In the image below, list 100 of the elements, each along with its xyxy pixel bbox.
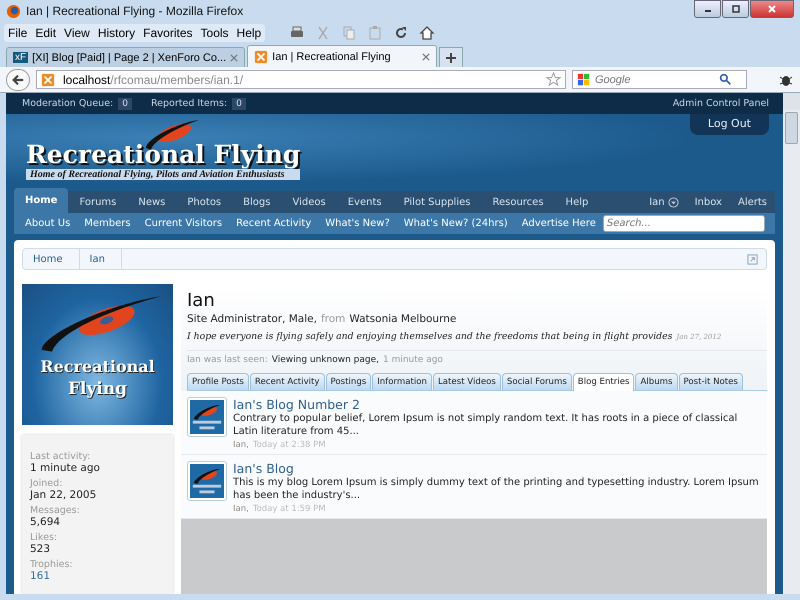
address-bar[interactable]: localhost/rfcomau/members/ian.1/ <box>36 70 566 89</box>
profile-tab[interactable]: Blog Entries <box>572 373 634 391</box>
author-link[interactable]: Ian, <box>233 440 249 450</box>
maximize-button[interactable] <box>722 0 749 18</box>
dropdown-icon <box>668 196 679 208</box>
user-location[interactable]: Watsonia Melbourne <box>349 313 456 325</box>
plus-icon <box>446 52 456 62</box>
site-tagline: Home of Recreational Flying, Pilots and Aviation Enthusiasts <box>26 169 300 180</box>
last-seen-time: 1 minute ago <box>383 355 443 365</box>
sub-nav-link[interactable]: Advertise Here <box>514 218 603 229</box>
close-icon[interactable] <box>422 52 430 60</box>
admin-panel-link[interactable]: Admin Control Panel <box>672 98 769 109</box>
close-icon[interactable] <box>230 54 238 62</box>
menu-item[interactable]: Help <box>236 26 262 40</box>
menu-item[interactable]: History <box>98 26 136 40</box>
item-count: 0 <box>118 98 132 110</box>
stat-label: Messages: <box>30 505 81 516</box>
blog-snippet: This is my blog Lorem Ipsum is simply dummy text of the printing and typesetting industry. Lorem Ipsum has been the industry's... <box>233 476 760 502</box>
from-label: from <box>320 313 346 325</box>
breadcrumb-link[interactable]: Ian <box>80 249 122 269</box>
blog-title-link[interactable]: Ian's Blog Number 2 <box>233 397 761 412</box>
new-tab-button[interactable] <box>439 47 464 67</box>
close-button[interactable] <box>750 0 794 18</box>
back-button[interactable] <box>6 68 30 90</box>
browser-tab[interactable]: xF [XI] Blog [Paid] | Page 2 | XenForo Co... <box>6 47 246 67</box>
nav-tab[interactable]: News <box>127 191 176 213</box>
site-logo-title[interactable]: Recreational Flying <box>26 142 300 168</box>
menu-item[interactable]: File <box>8 26 28 40</box>
nav-tab[interactable]: Photos <box>176 191 232 213</box>
profile-tab[interactable]: Latest Videos <box>433 373 501 390</box>
moderation-link[interactable]: Reported Items: <box>150 98 228 109</box>
profile-tab[interactable]: Recent Activity <box>250 373 324 390</box>
tab-favicon-icon <box>254 50 268 64</box>
menu-item[interactable]: Favorites <box>143 26 193 40</box>
stat-value: Jan 22, 2005 <box>30 489 98 501</box>
avatar-logo: Recreational Flying <box>22 284 173 425</box>
item-count: 0 <box>232 98 246 110</box>
breadcrumb-link[interactable]: Home <box>23 249 80 269</box>
close-icon <box>767 4 777 14</box>
blog-thumbnail[interactable] <box>187 461 227 501</box>
profile-tab[interactable]: Post-it Notes <box>678 373 743 390</box>
menu-item[interactable]: View <box>64 26 90 40</box>
search-engine-icon[interactable] <box>577 72 591 86</box>
nav-tab[interactable]: Forums <box>68 191 128 213</box>
sub-nav-link[interactable]: About Us <box>18 218 78 229</box>
search-icon[interactable] <box>719 73 732 86</box>
nav-tab[interactable]: Videos <box>281 191 337 213</box>
sub-nav-link[interactable]: Members <box>77 218 138 229</box>
minimize-button[interactable] <box>694 0 721 18</box>
last-seen-activity: Viewing unknown page, <box>272 355 379 365</box>
status-message: I hope everyone is flying safely and enjoying themselves and the freedoms that being in flight provides <box>187 331 672 342</box>
search-field[interactable]: Search... <box>602 215 765 232</box>
tab-favicon: xF <box>13 52 28 63</box>
nav-tab[interactable]: Blogs <box>232 191 282 213</box>
browser-logo-icon <box>6 4 21 18</box>
browser-tab[interactable]: Ian | Recreational Flying <box>247 45 438 67</box>
profile-tab[interactable]: Postings <box>326 373 372 390</box>
menu-item[interactable]: Edit <box>35 26 56 40</box>
stat-label: Last activity: <box>30 451 92 462</box>
star-icon[interactable] <box>546 72 561 87</box>
post-time: Today at 2:38 PM <box>252 440 326 450</box>
profile-tab[interactable]: Social Forums <box>502 373 572 390</box>
stat-value: 5,694 <box>30 516 62 528</box>
nav-tab[interactable]: Home <box>14 188 68 213</box>
profile-tab[interactable]: Albums <box>635 373 678 390</box>
author-link[interactable]: Ian, <box>233 504 249 514</box>
profile-tab[interactable]: Information <box>372 373 432 390</box>
stat-value: 523 <box>30 543 52 555</box>
sub-nav-link[interactable]: What's New? (24hrs) <box>396 218 515 229</box>
stat-label: Joined: <box>30 478 64 489</box>
stat-label: Likes: <box>30 532 58 543</box>
nav-tab[interactable]: Events <box>336 191 393 213</box>
nav-tab[interactable]: Pilot Supplies <box>392 191 482 213</box>
web-search-bar[interactable]: Google <box>572 70 747 89</box>
stat-value: 1 minute ago <box>30 462 101 474</box>
nav-tab[interactable]: Resources <box>481 191 555 213</box>
sub-nav-link[interactable]: Current Visitors <box>138 218 230 229</box>
last-seen-label: Ian was last seen: <box>187 355 268 365</box>
user-menu[interactable]: Ian <box>641 191 687 213</box>
profile-name: Ian <box>187 290 216 311</box>
scrollbar[interactable] <box>783 93 800 594</box>
moderation-link[interactable]: Moderation Queue: <box>22 98 114 109</box>
profile-tab[interactable]: Profile Posts <box>187 373 249 390</box>
user-title: Site Administrator, Male, <box>187 313 317 325</box>
blog-snippet: Contrary to popular belief, Lorem Ipsum is not simply random text. It has roots in a piece of classical Latin literature from 45... <box>233 412 738 438</box>
stat-link[interactable]: 161 <box>30 570 165 582</box>
nav-link[interactable]: Inbox <box>686 191 730 213</box>
sub-nav-link[interactable]: Recent Activity <box>229 218 318 229</box>
sub-nav-link[interactable]: What's New? <box>318 218 397 229</box>
nav-link[interactable]: Alerts <box>730 191 775 213</box>
post-time: Today at 1:59 PM <box>252 504 326 514</box>
blog-title-link[interactable]: Ian's Blog <box>233 461 761 476</box>
home-icon[interactable] <box>419 25 436 41</box>
jump-icon[interactable] <box>747 254 758 264</box>
nav-tab[interactable]: Help <box>554 191 600 213</box>
log-out-button[interactable]: Log Out <box>690 114 769 135</box>
blog-thumbnail[interactable] <box>187 397 227 437</box>
menu-item[interactable]: Tools <box>200 26 229 40</box>
back-arrow-icon <box>11 72 25 86</box>
stat-label: Trophies: <box>30 559 74 570</box>
